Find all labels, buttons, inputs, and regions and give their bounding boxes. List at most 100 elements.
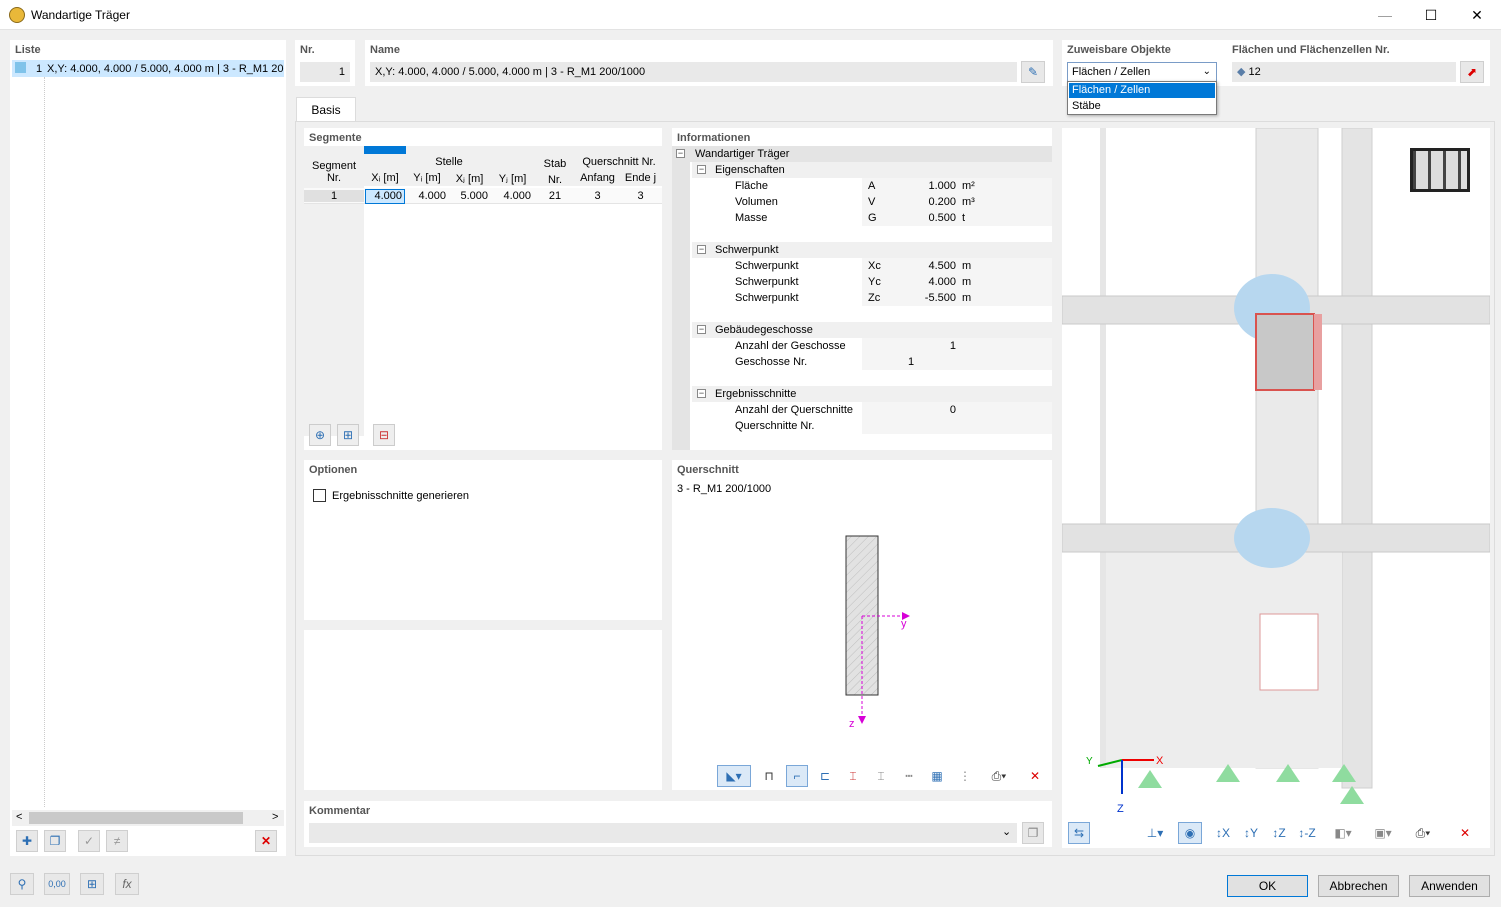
ruler-button[interactable]: ┅ — [898, 765, 920, 787]
collapse-icon[interactable]: − — [697, 165, 706, 174]
search-button[interactable]: ⚲ — [10, 873, 34, 895]
minimize-button[interactable]: — — [1362, 0, 1408, 30]
cell-xj[interactable]: 5.000 — [448, 190, 488, 202]
header-segment-label: Segment — [311, 160, 357, 172]
header-yj: Yⱼ [m] — [498, 173, 527, 185]
comment-dropdown-icon[interactable]: ⌄ — [1002, 825, 1011, 838]
grid-button[interactable]: ▦ — [926, 765, 948, 787]
view-neg-z-button[interactable]: ↕-Z — [1296, 822, 1318, 844]
view-y-button[interactable]: ↕Y — [1240, 822, 1262, 844]
pick-segment-button[interactable]: ⊟ — [373, 424, 395, 446]
cell-yj[interactable]: 4.000 — [491, 190, 531, 202]
window-title: Wandartige Träger — [31, 8, 130, 22]
i-section-grey-button[interactable]: ⌶ — [870, 765, 892, 787]
row-bg — [862, 354, 1052, 370]
list-item-label: X,Y: 4.000, 4.000 / 5.000, 4.000 m | 3 -… — [47, 63, 284, 75]
apply-button[interactable]: Anwenden — [1409, 875, 1490, 897]
print-icon: ⎙▾ — [991, 768, 1007, 783]
new-item-icon: ✚ — [21, 834, 33, 848]
dimension-button[interactable]: ⊓ — [758, 765, 780, 787]
copy-item-button[interactable]: ❐ — [44, 830, 66, 852]
info-group-gebaeudegeschosse[interactable]: − Gebäudegeschosse — [692, 322, 1052, 338]
info-row-zc: Schwerpunkt Zc -5.500 m — [672, 290, 1052, 306]
cell-stab[interactable]: 21 — [534, 190, 576, 202]
stress-points-button[interactable]: ⊏ — [814, 765, 836, 787]
surfaces-title: Flächen und Flächenzellen Nr. — [1232, 44, 1390, 56]
cell-yi[interactable]: 4.000 — [406, 190, 446, 202]
horizontal-scrollbar[interactable]: < > — [12, 810, 284, 826]
centroid-button[interactable]: ⌐ — [786, 765, 808, 787]
collapse-icon[interactable]: − — [697, 325, 706, 334]
axes-button[interactable]: ⊥▾ — [1138, 822, 1172, 844]
cell-anfang[interactable]: 3 — [576, 190, 619, 202]
dropdown-option-selected[interactable]: Flächen / Zellen — [1069, 83, 1215, 98]
table-row[interactable]: 1 4.000 4.000 5.000 4.000 21 3 3 — [304, 188, 662, 204]
edit-name-button[interactable]: ✎ — [1021, 61, 1045, 83]
row-label: Geschosse Nr. — [735, 356, 808, 368]
view-x-button[interactable]: ↕X — [1212, 822, 1234, 844]
tab-basis[interactable]: Basis — [296, 97, 356, 122]
info-group-eigenschaften[interactable]: − Eigenschaften — [692, 162, 1052, 178]
info-root-row[interactable]: − Wandartiger Träger — [672, 146, 1052, 162]
info-group-schwerpunkt[interactable]: − Schwerpunkt — [692, 242, 1052, 258]
column-right — [1341, 128, 1373, 789]
scroll-thumb[interactable] — [29, 812, 243, 824]
dimension-icon: ⊓ — [764, 769, 774, 783]
new-item-button[interactable]: ✚ — [16, 830, 38, 852]
add-segment-button[interactable]: ⊕ — [309, 424, 331, 446]
ruler-icon: ┅ — [905, 769, 913, 783]
print-view-button[interactable]: ⎙▾ — [1406, 822, 1440, 844]
reset-view-button[interactable]: ✕ — [1024, 765, 1046, 787]
support-icon — [1138, 770, 1162, 788]
close-button[interactable]: ✕ — [1454, 0, 1500, 30]
points-button[interactable]: ⋮ — [954, 765, 976, 787]
pick-surfaces-button[interactable]: ⬈ — [1460, 61, 1484, 83]
cell-ende[interactable]: 3 — [619, 190, 662, 202]
reset-3d-button[interactable]: ✕ — [1454, 822, 1476, 844]
dropdown-option[interactable]: Stäbe — [1069, 99, 1215, 114]
collapse-icon[interactable]: − — [697, 389, 706, 398]
print-button[interactable]: ⎙▾ — [982, 765, 1016, 787]
result-sections-checkbox[interactable] — [313, 489, 326, 502]
comment-input[interactable] — [309, 823, 1017, 843]
check-all-button[interactable]: ✓ — [78, 830, 100, 852]
list-item[interactable]: 1 X,Y: 4.000, 4.000 / 5.000, 4.000 m | 3… — [12, 60, 284, 77]
visibility-button[interactable]: ◉ — [1178, 822, 1202, 844]
collapse-icon[interactable]: − — [697, 245, 706, 254]
row-symbol: A — [868, 180, 876, 192]
comment-library-button[interactable]: ❐ — [1022, 822, 1044, 844]
model-view-panel: X Y Z ⇆ ⊥▾ ◉ ↕X ↕Y ↕Z ↕-Z ◧▾ ▣▾ ⎙▾ ✕ — [1062, 128, 1490, 848]
i-section-button[interactable]: ⌶ — [842, 765, 864, 787]
surfaces-field[interactable]: ◆ 12 — [1232, 62, 1456, 82]
scroll-right-icon[interactable]: > — [272, 811, 278, 823]
row-value: 0.200 — [928, 196, 956, 208]
info-group-ergebnisschnitte[interactable]: − Ergebnisschnitte — [692, 386, 1052, 402]
ok-button[interactable]: OK — [1227, 875, 1308, 897]
info-row-masse: Masse G 0.500 t — [672, 210, 1052, 226]
maximize-button[interactable]: ☐ — [1408, 0, 1454, 30]
iso-view-button[interactable]: ◧▾ — [1326, 822, 1360, 844]
collapse-icon[interactable]: − — [676, 149, 685, 158]
cell-xi[interactable]: 4.000 — [365, 189, 405, 204]
insert-segment-button[interactable]: ⊞ — [337, 424, 359, 446]
row-value: 4.000 — [928, 276, 956, 288]
empty-panel — [304, 630, 662, 790]
view-section-button[interactable]: ◣▾ — [717, 765, 751, 787]
formula-button[interactable]: fx — [115, 873, 139, 895]
view-x-icon: ↕X — [1215, 826, 1230, 840]
assignable-select[interactable]: Flächen / Zellen ⌄ — [1067, 62, 1217, 82]
units-button[interactable]: 0,00 — [44, 873, 70, 895]
name-field[interactable]: X,Y: 4.000, 4.000 / 5.000, 4.000 m | 3 -… — [370, 62, 1017, 82]
uncheck-button[interactable]: ≠ — [106, 830, 128, 852]
nr-field[interactable]: 1 — [300, 62, 350, 82]
render-button[interactable]: ▣▾ — [1366, 822, 1400, 844]
delete-button[interactable]: ✕ — [255, 830, 277, 852]
cancel-button[interactable]: Abbrechen — [1318, 875, 1399, 897]
selected-col-marker — [364, 146, 406, 154]
display-button[interactable]: ⊞ — [80, 873, 104, 895]
view-z-button[interactable]: ↕Z — [1268, 822, 1290, 844]
view-cube-icon[interactable] — [1410, 148, 1470, 192]
scroll-left-icon[interactable]: < — [16, 811, 22, 823]
view-y-icon: ↕Y — [1243, 826, 1258, 840]
view-sync-button[interactable]: ⇆ — [1068, 822, 1090, 844]
